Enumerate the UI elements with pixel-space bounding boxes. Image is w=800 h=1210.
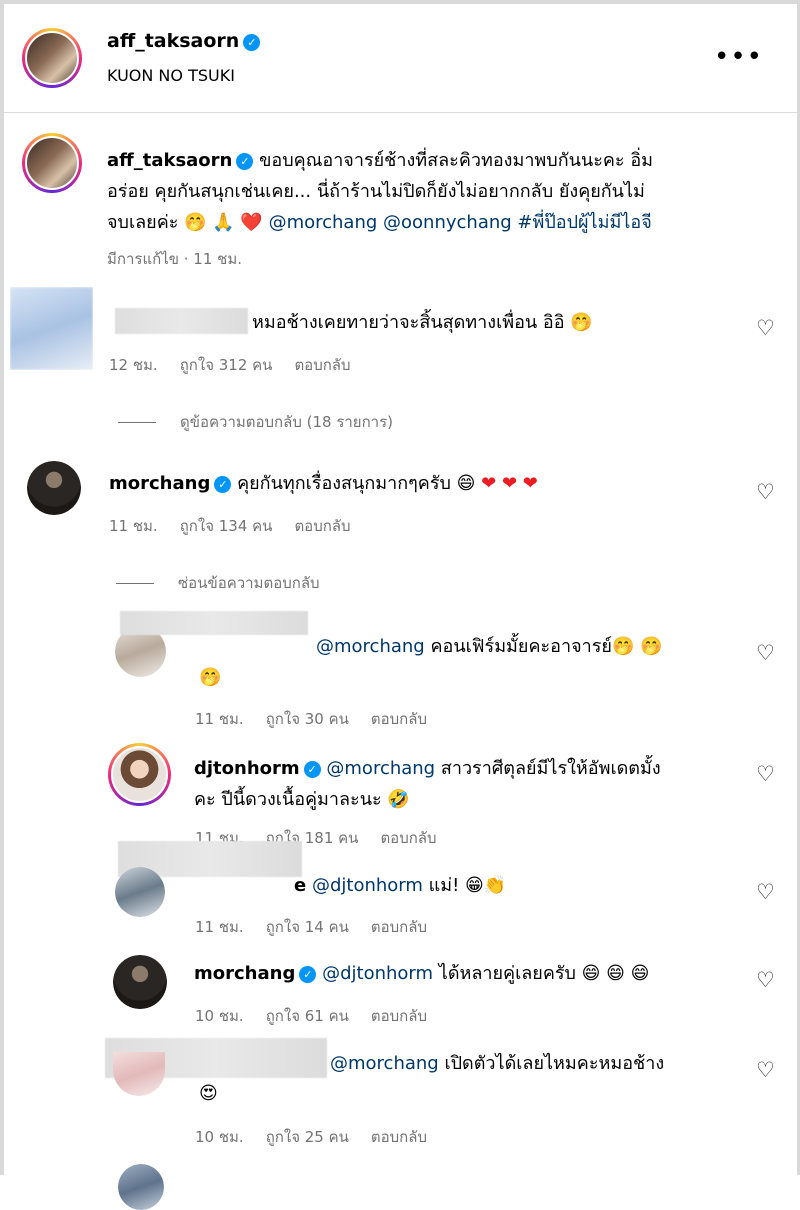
caption-line-1: ขอบคุณอาจารย์ช้างที่สละคิวทองมาพบกันนะคะ…: [259, 150, 653, 171]
verified-badge-icon: ✓: [236, 152, 254, 170]
comment-time: 12 ชม.: [109, 356, 158, 374]
caption-body: aff_taksaorn ✓ ขอบคุณอาจารย์ช้างที่สละคิว…: [107, 145, 767, 238]
verified-badge-icon: ✓: [303, 760, 321, 778]
reply-button[interactable]: ตอบกลับ: [371, 710, 427, 728]
comment-heart-emojis: ❤ ❤ ❤: [481, 473, 538, 494]
comment-body: morchang ✓ คุยกันทุกเรื่องสนุกมากๆครับ 😄 …: [109, 468, 538, 499]
reply-meta: 10 ชม. ถูกใจ 25 คน ตอบกลับ: [195, 1128, 427, 1146]
reply-body: e @djtonhorm แม่! 😁👏: [294, 875, 507, 896]
reply-meta: 11 ชม. ถูกใจ 30 คน ตอบกลับ: [195, 710, 427, 728]
reply-button[interactable]: ตอบกลับ: [380, 829, 436, 847]
hide-replies-toggle[interactable]: ซ่อนข้อความตอบกลับ: [116, 571, 320, 595]
post-header: aff_taksaorn ✓ KUON NO TSUKI •••: [4, 4, 797, 113]
reply-button[interactable]: ตอบกลับ: [371, 1128, 427, 1146]
caption-avatar[interactable]: [22, 133, 82, 193]
reply-body: morchang ✓ @djtonhorm ได้หลายคู่เลยครับ 😄…: [194, 958, 649, 989]
reply-body: @morchang เปิดตัวได้เลยไหมคะหมอช้าง: [330, 1048, 664, 1079]
heart-outline-icon[interactable]: ♡: [756, 968, 775, 992]
reply-avatar[interactable]: [113, 955, 167, 1009]
reply-meta: 10 ชม. ถูกใจ 61 คน ตอบกลับ: [195, 1007, 427, 1025]
reply-text: สาวราศีตุลย์มีไรให้อัพเดตมั้ง: [440, 758, 661, 779]
heart-outline-icon[interactable]: ♡: [756, 762, 775, 786]
caption-line-3: จบเลยค่ะ: [107, 212, 179, 233]
reply-mention[interactable]: @morchang: [330, 1053, 439, 1074]
heart-outline-icon[interactable]: ♡: [756, 641, 775, 665]
caption-emojis: 🤭 🙏 ❤️: [184, 212, 263, 233]
reply-body: djtonhorm ✓ @morchang สาวราศีตุลย์มีไรให้…: [194, 753, 754, 815]
author-name-row: aff_taksaorn ✓: [107, 30, 261, 52]
comment-likes[interactable]: ถูกใจ 134 คน: [180, 517, 273, 535]
comment-likes[interactable]: ถูกใจ 312 คน: [180, 356, 273, 374]
reply-mention[interactable]: @morchang: [316, 636, 425, 657]
comment-text: หมอช้างเคยทายว่าจะสิ้นสุดทางเพื่อน อิอิ …: [252, 312, 593, 333]
verified-badge-icon: ✓: [243, 34, 261, 51]
reply-text: แม่! 😁👏: [428, 875, 507, 896]
heart-outline-icon[interactable]: ♡: [756, 1058, 775, 1082]
post-location[interactable]: KUON NO TSUKI: [107, 66, 235, 85]
reply-avatar[interactable]: [113, 1052, 165, 1096]
verified-badge-icon: ✓: [299, 965, 317, 983]
comment-avatar[interactable]: [10, 287, 93, 370]
comment-text: คุยกันทุกเรื่องสนุกมากๆครับ 😄: [237, 473, 476, 494]
comment-time: 11 ชม.: [109, 517, 158, 535]
redacted-username: [115, 308, 248, 334]
reply-text-cont: 😍: [199, 1083, 218, 1104]
reply-username[interactable]: morchang: [194, 963, 295, 984]
reply-username[interactable]: djtonhorm: [194, 758, 300, 779]
reply-meta: 11 ชม. ถูกใจ 14 คน ตอบกลับ: [195, 918, 427, 936]
reply-button[interactable]: ตอบกลับ: [371, 918, 427, 936]
reply-button[interactable]: ตอบกลับ: [294, 517, 350, 535]
caption-meta: มีการแก้ไข · 11 ชม.: [107, 250, 242, 268]
reply-avatar[interactable]: [115, 867, 165, 917]
reply-avatar[interactable]: [108, 743, 171, 806]
comment-meta: 12 ชม. ถูกใจ 312 คน ตอบกลับ: [109, 353, 373, 377]
more-horizontal-icon[interactable]: •••: [714, 42, 763, 72]
author-username[interactable]: aff_taksaorn: [107, 30, 239, 52]
view-replies-toggle[interactable]: ดูข้อความตอบกลับ (18 รายการ): [118, 410, 393, 434]
reply-avatar[interactable]: [118, 1164, 164, 1210]
reply-mention[interactable]: @djtonhorm: [312, 875, 423, 896]
reply-mention[interactable]: @morchang: [326, 758, 435, 779]
heart-outline-icon[interactable]: ♡: [756, 480, 775, 504]
reply-button[interactable]: ตอบกลับ: [294, 356, 350, 374]
reply-body: @morchang คอนเฟิร์มมั้ยคะอาจารย์🤭 🤭: [316, 631, 663, 662]
comment-username[interactable]: morchang: [109, 473, 210, 494]
reply-text-cont: คะ ปีนี้ดวงเนื้อคู่มาละนะ 🤣: [194, 789, 410, 810]
verified-badge-icon: ✓: [214, 475, 232, 493]
reply-text: คอนเฟิร์มมั้ยคะอาจารย์🤭 🤭: [430, 636, 663, 657]
reply-button[interactable]: ตอบกลับ: [371, 1007, 427, 1025]
caption-tags[interactable]: @morchang @oonnychang #พี่ป๊อปผู้ไม่มีไอ…: [269, 212, 652, 233]
window-left-border: [0, 0, 4, 1175]
heart-outline-icon[interactable]: ♡: [756, 880, 775, 904]
comment-avatar[interactable]: [27, 461, 81, 515]
author-avatar[interactable]: [22, 28, 82, 88]
comment-meta: 11 ชม. ถูกใจ 134 คน ตอบกลับ: [109, 514, 373, 538]
heart-outline-icon[interactable]: ♡: [756, 316, 775, 340]
reply-text: ได้หลายคู่เลยครับ 😄 😄 😄: [438, 963, 650, 984]
caption-line-2: อร่อย คุยกันสนุกเช่นเคย... นี่ถ้าร้านไม่…: [107, 181, 645, 202]
reply-text: เปิดตัวได้เลยไหมคะหมอช้าง: [444, 1053, 665, 1074]
redacted-username: [120, 611, 308, 635]
reply-mention[interactable]: @djtonhorm: [322, 963, 433, 984]
reply-text-cont: 🤭: [199, 667, 222, 688]
caption-username[interactable]: aff_taksaorn: [107, 150, 232, 171]
